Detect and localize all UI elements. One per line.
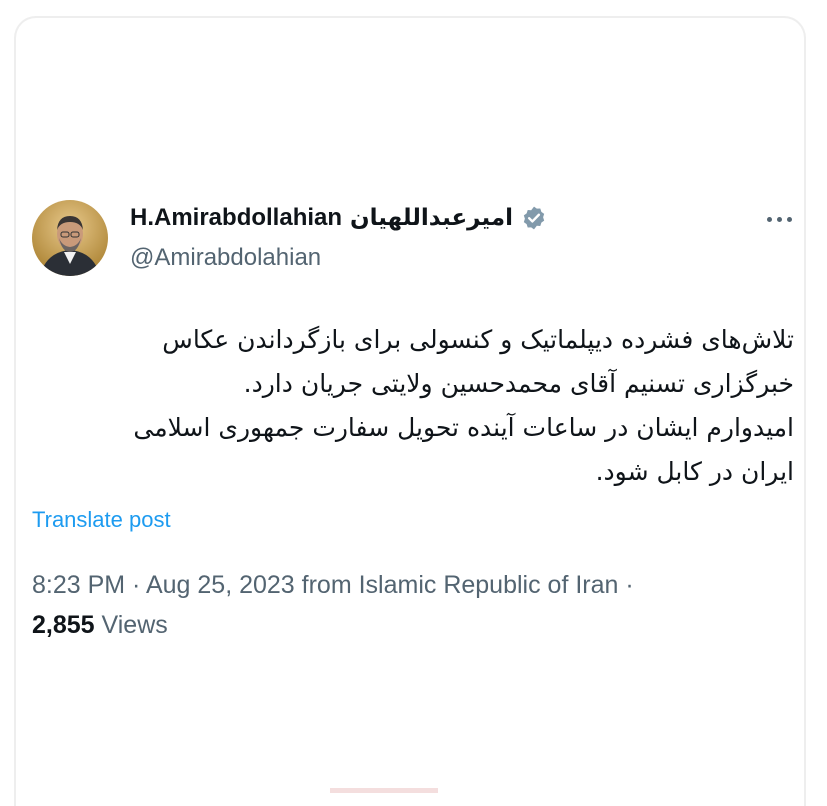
tweet-meta: 8:23 PM · Aug 25, 2023 from Islamic Repu… [32, 565, 672, 645]
avatar-photo [32, 200, 108, 276]
tweet-time[interactable]: 8:23 PM [32, 571, 125, 599]
more-dot [776, 216, 782, 222]
meta-separator: · [618, 571, 634, 599]
author-handle[interactable]: @Amirabdolahian [130, 244, 321, 272]
author-display-name-fa[interactable]: امیرعبداللهیان [350, 205, 513, 231]
tweet-text-line: ایران در کابل شود. [595, 457, 794, 486]
tweet-text-line: تلاش‌های فشرده دیپلماتیک و کنسولی برای ب… [162, 325, 794, 354]
tweet-date[interactable]: Aug 25, 2023 [146, 571, 295, 599]
verified-badge-icon [521, 205, 547, 231]
more-dot [766, 216, 772, 222]
translate-post-link[interactable]: Translate post [32, 507, 171, 533]
views-count: 2,855 [32, 611, 95, 639]
more-dot [786, 216, 792, 222]
tweet-text-line: امیدوارم ایشان در ساعات آینده تحویل سفار… [133, 413, 794, 442]
author-name-row[interactable]: H.Amirabdollahian امیرعبداللهیان [130, 204, 547, 232]
tweet-text: تلاش‌های فشرده دیپلماتیک و کنسولی برای ب… [36, 318, 794, 494]
tweet-text-line: خبرگزاری تسنیم آقای محمدحسین ولایتی جریا… [243, 369, 794, 398]
author-avatar[interactable] [32, 200, 108, 276]
meta-separator: · [125, 571, 146, 599]
bottom-edge-hint [330, 788, 438, 793]
author-display-name-en[interactable]: H.Amirabdollahian [130, 204, 342, 232]
views-label: Views [94, 611, 168, 639]
tweet-source: from Islamic Republic of Iran [294, 571, 619, 599]
more-horizontal-icon[interactable] [762, 212, 796, 226]
